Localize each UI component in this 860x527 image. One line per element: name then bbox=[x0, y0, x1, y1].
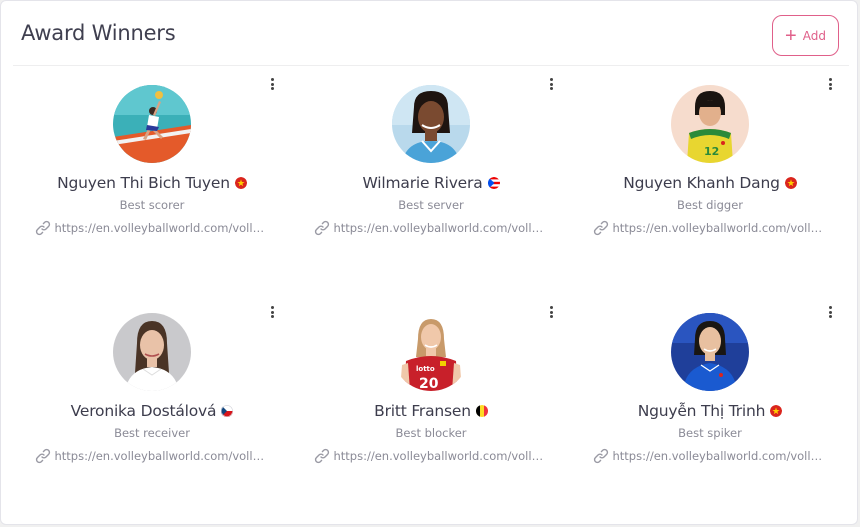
name-row: Nguyen Thi Bich Tuyen bbox=[57, 173, 247, 193]
award-winners-card: Award Winners + Add Nguyen Thi Bich Tuye… bbox=[0, 0, 858, 525]
source-url[interactable]: https://en.volleyballworld.com/volleybal… bbox=[55, 449, 271, 463]
link-icon bbox=[313, 219, 331, 237]
more-options-icon[interactable] bbox=[265, 76, 279, 92]
avatar bbox=[392, 85, 470, 163]
source-url[interactable]: https://en.volleyballworld.com/volleybal… bbox=[613, 449, 829, 463]
source-link[interactable]: https://en.volleyballworld.com/volleybal… bbox=[590, 219, 830, 237]
vietnam-flag-icon bbox=[784, 177, 797, 189]
avatar bbox=[113, 85, 191, 163]
award-label: Best blocker bbox=[395, 426, 467, 440]
avatar bbox=[671, 313, 749, 391]
vietnam-flag-icon bbox=[770, 405, 783, 417]
plus-icon: + bbox=[785, 24, 797, 47]
page-title: Award Winners bbox=[21, 21, 176, 45]
avatar: lotto 20 bbox=[392, 313, 470, 391]
winner-card: Nguyen Thi Bich Tuyen Best scorer https:… bbox=[13, 73, 291, 293]
header-divider bbox=[13, 65, 849, 66]
source-link[interactable]: https://en.volleyballworld.com/volleybal… bbox=[590, 447, 830, 465]
source-url[interactable]: https://en.volleyballworld.com/volleybal… bbox=[55, 221, 271, 235]
winner-name: Nguyễn Thị Trinh bbox=[637, 402, 766, 420]
name-row: Nguyễn Thị Trinh bbox=[638, 401, 783, 421]
award-label: Best spiker bbox=[678, 426, 742, 440]
vietnam-flag-icon bbox=[234, 177, 247, 189]
name-row: Nguyen Khanh Dang bbox=[623, 173, 797, 193]
belgium-flag-icon bbox=[475, 405, 488, 417]
more-options-icon[interactable] bbox=[544, 304, 558, 320]
winner-name: Nguyen Khanh Dang bbox=[623, 174, 780, 192]
link-icon bbox=[592, 219, 610, 237]
link-icon bbox=[592, 447, 610, 465]
avatar: 12 bbox=[671, 85, 749, 163]
link-icon bbox=[34, 447, 52, 465]
source-url[interactable]: https://en.volleyballworld.com/volleybal… bbox=[334, 449, 550, 463]
winner-name: Wilmarie Rivera bbox=[362, 174, 483, 192]
more-options-icon[interactable] bbox=[823, 76, 837, 92]
source-link[interactable]: https://en.volleyballworld.com/volleybal… bbox=[32, 219, 272, 237]
award-label: Best digger bbox=[676, 198, 744, 212]
award-label: Best server bbox=[398, 198, 464, 212]
link-icon bbox=[34, 219, 52, 237]
winner-card: Veronika Dostálová Best receiver https:/… bbox=[13, 301, 291, 521]
source-url[interactable]: https://en.volleyballworld.com/volleybal… bbox=[334, 221, 550, 235]
winner-name: Nguyen Thi Bich Tuyen bbox=[57, 174, 230, 192]
winner-card: 12 Nguyen Khanh Dang Best digger https:/… bbox=[571, 73, 849, 293]
puerto-rico-flag-icon bbox=[487, 177, 500, 189]
source-url[interactable]: https://en.volleyballworld.com/volleybal… bbox=[613, 221, 829, 235]
source-link[interactable]: https://en.volleyballworld.com/volleybal… bbox=[311, 447, 551, 465]
winners-grid: Nguyen Thi Bich Tuyen Best scorer https:… bbox=[13, 73, 849, 513]
add-button[interactable]: + Add bbox=[772, 15, 839, 56]
winner-card: Nguyễn Thị Trinh Best spiker https://en.… bbox=[571, 301, 849, 521]
svg-text:12: 12 bbox=[704, 145, 719, 158]
name-row: Wilmarie Rivera bbox=[363, 173, 500, 193]
link-icon bbox=[313, 447, 331, 465]
award-label: Best scorer bbox=[119, 198, 185, 212]
add-button-label: Add bbox=[802, 28, 826, 43]
source-link[interactable]: https://en.volleyballworld.com/volleybal… bbox=[311, 219, 551, 237]
svg-text:lotto: lotto bbox=[416, 365, 435, 373]
winner-card: lotto 20 Britt Fransen Best blocker http… bbox=[292, 301, 570, 521]
winner-name: Veronika Dostálová bbox=[70, 402, 217, 420]
winner-card: Wilmarie Rivera Best server https://en.v… bbox=[292, 73, 570, 293]
source-link[interactable]: https://en.volleyballworld.com/volleybal… bbox=[32, 447, 272, 465]
award-label: Best receiver bbox=[114, 426, 190, 440]
avatar bbox=[113, 313, 191, 391]
name-row: Veronika Dostálová bbox=[71, 401, 234, 421]
more-options-icon[interactable] bbox=[544, 76, 558, 92]
more-options-icon[interactable] bbox=[265, 304, 279, 320]
czech-flag-icon bbox=[221, 405, 234, 417]
name-row: Britt Fransen bbox=[374, 401, 488, 421]
svg-text:20: 20 bbox=[419, 376, 439, 391]
winner-name: Britt Fransen bbox=[374, 402, 471, 420]
card-header: Award Winners + Add bbox=[1, 1, 857, 65]
more-options-icon[interactable] bbox=[823, 304, 837, 320]
